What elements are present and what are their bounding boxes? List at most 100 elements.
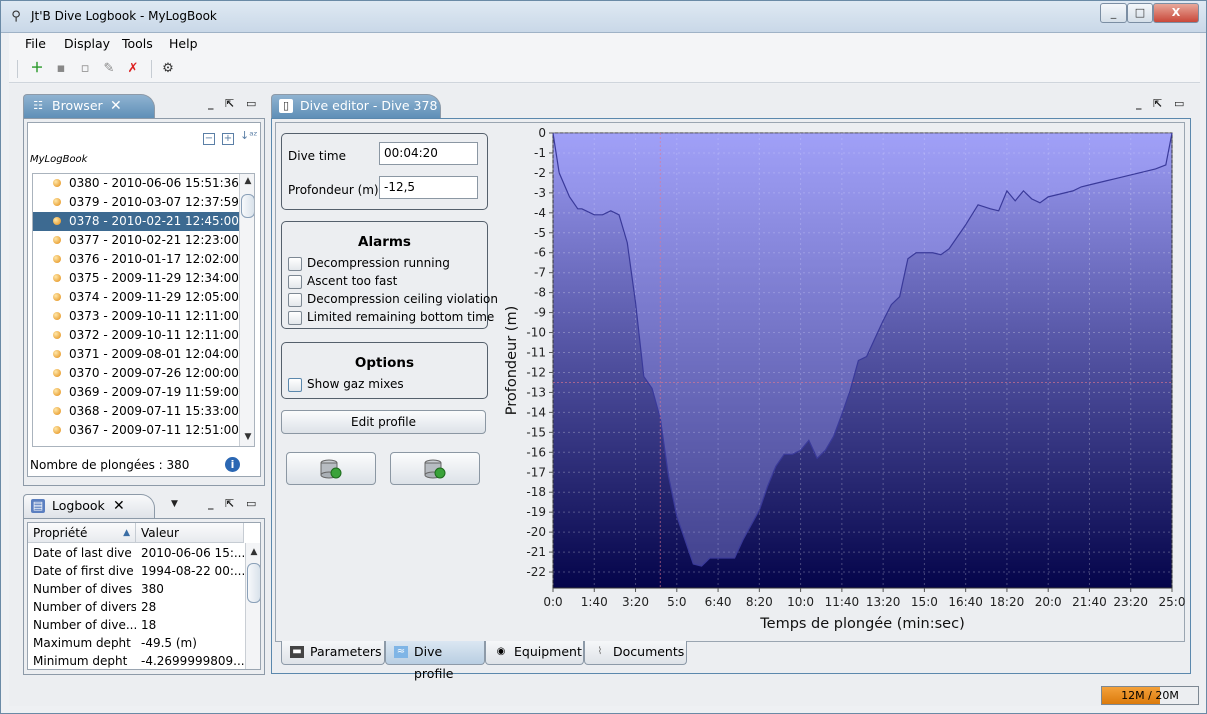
tab-documents[interactable]: ⌇ Documents — [584, 641, 687, 665]
panel-menu-icon[interactable]: ▼ — [171, 498, 178, 510]
depth-field[interactable]: -12,5 — [379, 176, 478, 199]
y-tick-label: -4 — [534, 206, 546, 220]
col-property-label: Propriété — [33, 526, 88, 540]
dive-list-item[interactable]: 0367 - 2009-07-11 12:51:00 — [33, 421, 239, 440]
plugin-icon[interactable]: ⚙ — [159, 60, 177, 78]
database-export-icon — [424, 459, 446, 479]
logbook-row-property[interactable]: Date of last dive — [28, 544, 136, 562]
checkbox-ceiling-violation[interactable] — [288, 293, 302, 307]
logbook-row-property[interactable]: Maximum depht — [28, 634, 136, 652]
x-tick-label: 16:40 — [948, 595, 983, 609]
x-tick-label: 18:20 — [990, 595, 1025, 609]
collapse-all-icon[interactable]: − — [203, 133, 215, 145]
logbook-row-value[interactable]: 1994-08-22 00:... — [136, 562, 244, 580]
dive-list-item[interactable]: 0371 - 2009-08-01 12:04:00 — [33, 345, 239, 364]
maximize-button[interactable]: □ — [1127, 3, 1153, 23]
dive-list-item-label: 0379 - 2010-03-07 12:37:59 — [69, 195, 239, 209]
close-window-button[interactable]: X — [1153, 3, 1199, 23]
logbook-scroll-thumb[interactable] — [247, 563, 260, 603]
dive-list-item[interactable]: 0372 - 2009-10-11 12:11:00 — [33, 326, 239, 345]
maximize-editor-icon[interactable]: ▭ — [1174, 98, 1184, 110]
tab-equipment[interactable]: ◉ Equipment — [485, 641, 584, 665]
save-icon[interactable]: ▪ — [52, 60, 70, 78]
options-title: Options — [354, 355, 415, 371]
undock-logbook-icon[interactable]: ⇱ — [225, 498, 234, 510]
logbook-row-value[interactable]: 28 — [136, 598, 244, 616]
alarm-label-ascent-too-fast: Ascent too fast — [307, 274, 398, 288]
close-logbook-icon[interactable]: ✕ — [113, 495, 125, 517]
dive-list-item-label: 0371 - 2009-08-01 12:04:00 — [69, 347, 239, 361]
dive-list-item[interactable]: 0377 - 2010-02-21 12:23:00 — [33, 231, 239, 250]
tab-dive-editor[interactable]: ▯ Dive editor - Dive 378 — [271, 94, 441, 118]
y-tick-label: -14 — [526, 405, 546, 419]
dive-list-item-label: 0375 - 2009-11-29 12:34:00 — [69, 271, 239, 285]
dive-list-item[interactable]: 0379 - 2010-03-07 12:37:59 — [33, 193, 239, 212]
dive-profile-chart[interactable]: 0 -1 -2 -3 -4 -5 -6 -7 -8 -9 -10 -11 -12 -13 -14 -15 -16… — [501, 123, 1185, 641]
logbook-row-value[interactable]: 2010-06-06 15:... — [136, 544, 244, 562]
dive-list-item[interactable]: 0373 - 2009-10-11 12:11:00 — [33, 307, 239, 326]
sort-icon[interactable]: ↓ᵃᶻ — [240, 129, 258, 142]
dive-time-field[interactable]: 00:04:20 — [379, 142, 478, 165]
edit-icon[interactable]: ✎ — [100, 60, 118, 78]
tab-logbook[interactable]: ▤ Logbook ✕ — [23, 494, 155, 518]
dive-list-item[interactable]: 0370 - 2009-07-26 12:00:00 — [33, 364, 239, 383]
maximize-logbook-icon[interactable]: ▭ — [246, 498, 256, 510]
dive-list-item[interactable]: 0378 - 2010-02-21 12:45:00 — [33, 212, 239, 231]
panel-icon: ▬ — [290, 646, 304, 658]
logbook-row-value[interactable]: -4.2699999809... — [136, 652, 244, 669]
dive-list-item[interactable]: 0380 - 2010-06-06 15:51:36 — [33, 174, 239, 193]
export-profile-button[interactable] — [390, 452, 480, 485]
col-header-property[interactable]: Propriété ▲ — [28, 523, 136, 543]
scroll-thumb[interactable] — [241, 194, 254, 218]
y-tick-label: -5 — [534, 226, 546, 240]
maximize-panel-icon[interactable]: ▭ — [246, 98, 256, 110]
col-header-value[interactable]: Valeur — [136, 523, 244, 543]
dive-list-item[interactable]: 0375 - 2009-11-29 12:34:00 — [33, 269, 239, 288]
close-browser-icon[interactable]: ✕ — [110, 95, 122, 117]
menu-display[interactable]: Display — [64, 36, 110, 51]
logbook-row-property[interactable]: Number of dives — [28, 580, 136, 598]
logbook-scrollbar[interactable]: ▲ — [245, 543, 260, 669]
tab-dive-profile[interactable]: ≈ Dive profile — [385, 641, 485, 681]
logbook-row-value[interactable]: 380 — [136, 580, 244, 598]
menu-help[interactable]: Help — [169, 36, 198, 51]
logbook-row-property[interactable]: Number of dive... — [28, 616, 136, 634]
minimize-panel-icon[interactable]: _ — [208, 98, 214, 110]
checkbox-show-gaz-mixes[interactable] — [288, 378, 302, 392]
edit-profile-button[interactable]: Edit profile — [281, 410, 486, 434]
new-logbook-icon[interactable]: ＋ — [28, 60, 46, 78]
minimize-logbook-icon[interactable]: _ — [208, 498, 214, 510]
tab-parameters[interactable]: ▬ Parameters — [281, 641, 385, 665]
minimize-button[interactable]: _ — [1100, 3, 1127, 23]
dive-list-item[interactable]: 0369 - 2009-07-19 11:59:00 — [33, 383, 239, 402]
import-profile-button[interactable] — [286, 452, 376, 485]
dive-list-item[interactable]: 0368 - 2009-07-11 15:33:00 — [33, 402, 239, 421]
dive-list-scrollbar[interactable]: ▲ ▼ — [239, 174, 254, 446]
checkbox-bottom-time[interactable] — [288, 311, 302, 325]
minimize-editor-icon[interactable]: _ — [1136, 98, 1142, 110]
scroll-down-icon[interactable]: ▼ — [242, 432, 254, 442]
dive-list-item[interactable]: 0374 - 2009-11-29 12:05:00 — [33, 288, 239, 307]
memory-label: 12M / 20M — [1121, 689, 1179, 702]
memory-indicator[interactable]: 12M / 20M — [1101, 686, 1199, 705]
menu-tools[interactable]: Tools — [122, 36, 153, 51]
logbook-row-property[interactable]: Minimum depht — [28, 652, 136, 669]
logbook-row-property[interactable]: Date of first dive — [28, 562, 136, 580]
menu-file[interactable]: File — [25, 36, 46, 51]
dive-list-item[interactable]: 0376 - 2010-01-17 12:02:00 — [33, 250, 239, 269]
logbook-row-property[interactable]: Number of divers — [28, 598, 136, 616]
undock-panel-icon[interactable]: ⇱ — [225, 98, 234, 110]
info-icon[interactable]: i — [225, 457, 240, 472]
checkbox-decompression-running[interactable] — [288, 257, 302, 271]
delete-icon[interactable]: ✗ — [124, 60, 142, 78]
checkbox-ascent-too-fast[interactable] — [288, 275, 302, 289]
x-axis-label: Temps de plongée (min:sec) — [759, 616, 964, 632]
logbook-row-value[interactable]: -49.5 (m) — [136, 634, 244, 652]
scroll-up-icon[interactable]: ▲ — [242, 176, 254, 186]
logbook-scroll-up-icon[interactable]: ▲ — [248, 547, 260, 557]
tab-browser[interactable]: ☷ Browser ✕ — [23, 94, 155, 118]
logbook-row-value[interactable]: 18 — [136, 616, 244, 634]
undock-editor-icon[interactable]: ⇱ — [1153, 98, 1162, 110]
save-all-icon[interactable]: ▫ — [76, 60, 94, 78]
expand-all-icon[interactable]: + — [222, 133, 234, 145]
